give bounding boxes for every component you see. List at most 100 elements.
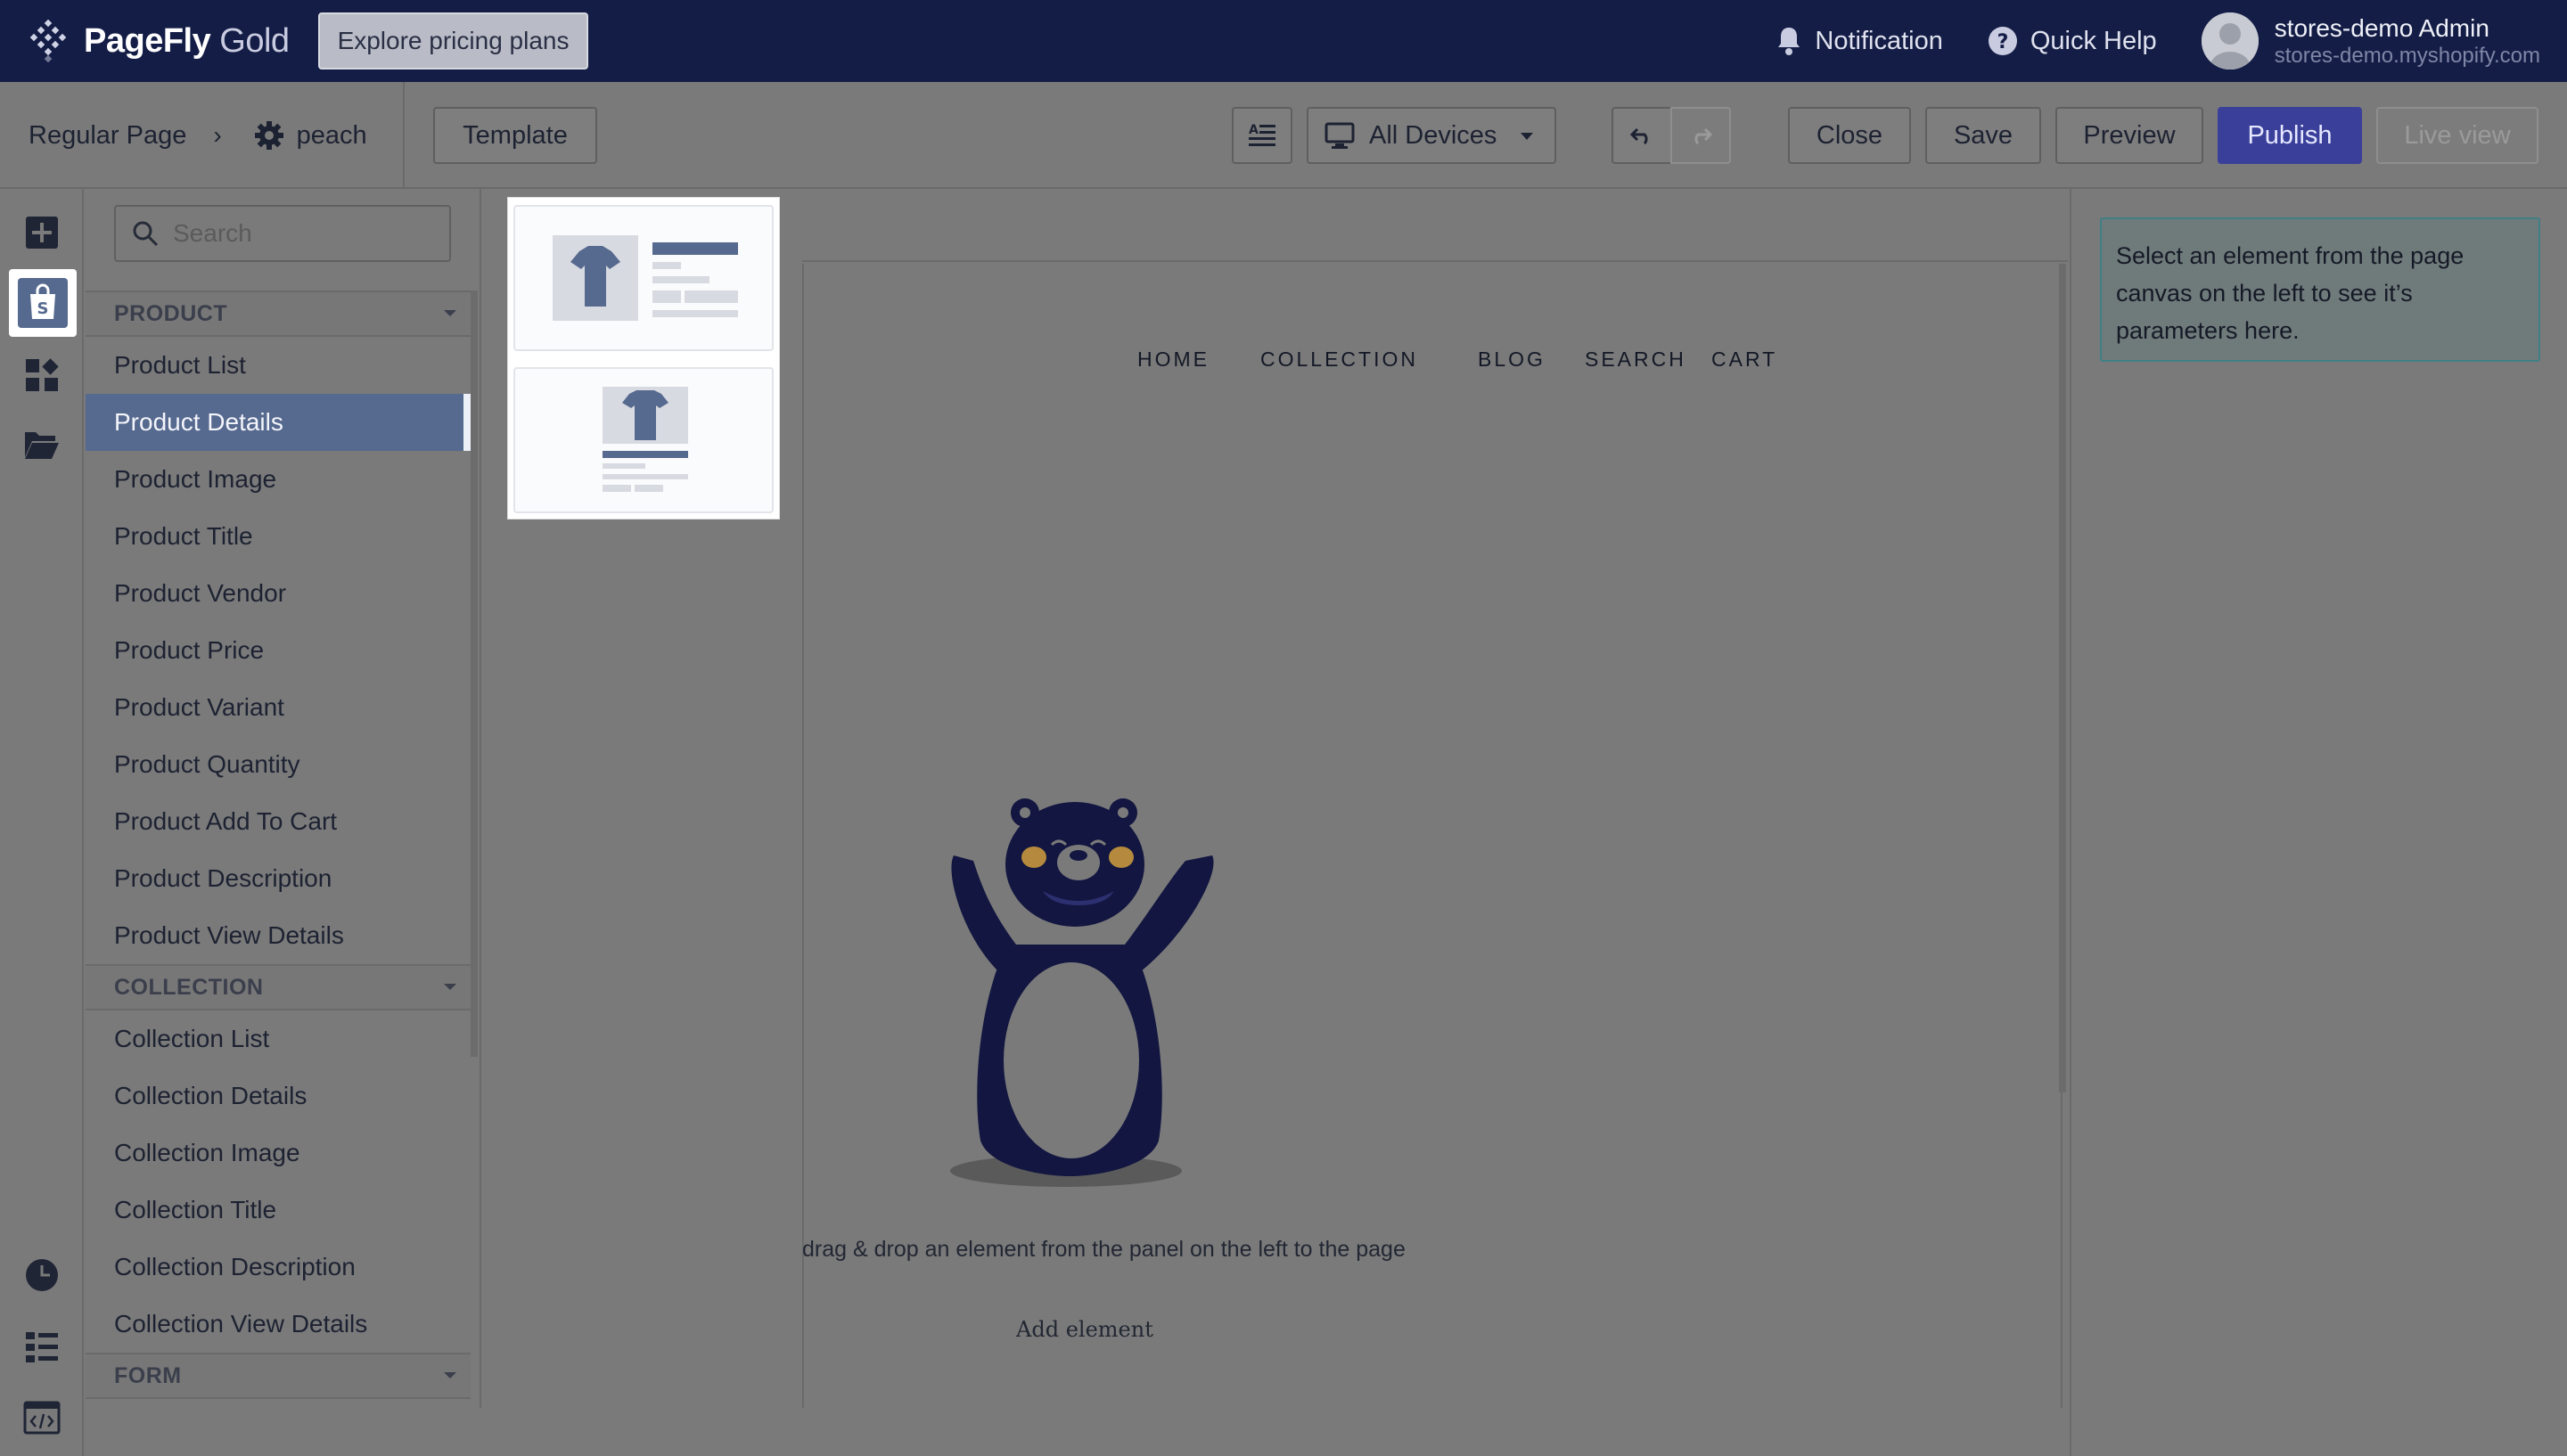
save-button[interactable]: Save: [1925, 107, 2041, 164]
shopify-elements-tab[interactable]: S: [9, 269, 77, 337]
list-item[interactable]: Product Description: [86, 850, 471, 907]
element-search-input[interactable]: Search: [114, 205, 451, 262]
list-item[interactable]: Collection List: [86, 1010, 471, 1067]
canvas-scrollbar[interactable]: [2059, 264, 2066, 1092]
svg-text:S: S: [37, 299, 49, 318]
breadcrumb: Regular Page › peach: [29, 82, 367, 189]
shopify-bag-icon: S: [18, 278, 68, 328]
bear-mascot-illustration: [950, 798, 1214, 1187]
text-format-button[interactable]: A: [1232, 107, 1292, 164]
undo-icon: [1630, 127, 1648, 145]
quick-help-label: Quick Help: [2030, 26, 2157, 55]
template-button[interactable]: Template: [433, 107, 597, 164]
element-variant-popup: [508, 198, 779, 519]
variant-card-horizontal[interactable]: [513, 205, 774, 351]
group-title: COLLECTION: [114, 974, 264, 1000]
folder-icon[interactable]: [20, 422, 64, 467]
close-button[interactable]: Close: [1788, 107, 1911, 164]
preview-button[interactable]: Preview: [2055, 107, 2203, 164]
nav-home[interactable]: HOME: [1137, 348, 1210, 372]
bell-icon: [1778, 28, 1800, 55]
user-menu[interactable]: stores-demo Admin stores-demo.myshopify.…: [2201, 12, 2540, 70]
icon-rail: S: [0, 189, 84, 1456]
desktop-icon: [1325, 122, 1355, 149]
list-item[interactable]: Product Variant: [86, 679, 471, 736]
editor-toolbar: Regular Page › peach Template A All Devi…: [0, 82, 2567, 189]
gear-icon[interactable]: [254, 120, 284, 151]
add-element-link[interactable]: Add element: [1016, 1317, 1153, 1342]
notification-label: Notification: [1815, 26, 1943, 55]
list-item[interactable]: Product Price: [86, 622, 471, 679]
group-header-product[interactable]: PRODUCT: [86, 290, 471, 337]
sections-grid-icon[interactable]: [20, 353, 64, 397]
search-icon: [133, 221, 159, 247]
caret-down-icon: [444, 984, 456, 990]
variant-card-vertical[interactable]: [513, 367, 774, 513]
list-item[interactable]: Collection Image: [86, 1125, 471, 1182]
list-item[interactable]: Product Image: [86, 451, 471, 508]
quick-help-link[interactable]: ? Quick Help: [1988, 26, 2157, 56]
redo-button[interactable]: [1670, 107, 1731, 164]
user-domain: stores-demo.myshopify.com: [2274, 44, 2540, 68]
avatar: [2201, 12, 2259, 70]
panel-scrollbar[interactable]: [471, 290, 478, 1057]
caret-down-icon: [444, 310, 456, 316]
list-item[interactable]: Collection View Details: [86, 1296, 471, 1353]
nav-cart[interactable]: CART: [1711, 348, 1777, 372]
breadcrumb-page-type[interactable]: Regular Page: [29, 121, 186, 151]
list-item[interactable]: Product Vendor: [86, 565, 471, 622]
help-icon: ?: [1988, 27, 2017, 55]
nav-search[interactable]: SEARCH: [1585, 348, 1686, 372]
toolbar-divider: [403, 82, 405, 189]
group-header-collection[interactable]: COLLECTION: [86, 964, 471, 1010]
explore-pricing-button[interactable]: Explore pricing plans: [317, 12, 589, 70]
code-editor-icon[interactable]: [20, 1395, 64, 1440]
chevron-down-icon: [1521, 133, 1533, 140]
list-item[interactable]: Product Add To Cart: [86, 793, 471, 850]
list-item[interactable]: Product List: [86, 337, 471, 394]
history-clock-icon[interactable]: [20, 1253, 64, 1297]
top-bar: PageFly Gold Explore pricing plans Notif…: [0, 0, 2567, 82]
search-placeholder: Search: [173, 219, 252, 247]
product-layout-thumbnail: [553, 235, 738, 321]
notification-link[interactable]: Notification: [1776, 26, 1943, 56]
empty-canvas-message: drag & drop an element from the panel on…: [802, 1237, 1406, 1262]
outline-list-icon[interactable]: [20, 1324, 64, 1369]
group-title: PRODUCT: [114, 300, 228, 326]
canvas-header: [802, 189, 2068, 262]
brand-name: PageFly Gold: [84, 21, 290, 60]
list-item[interactable]: Collection Description: [86, 1239, 471, 1296]
group-header-form[interactable]: FORM: [86, 1353, 471, 1399]
caret-down-icon: [444, 1372, 456, 1378]
svg-text:?: ?: [1997, 31, 2008, 53]
inspector-panel: Select an element from the page canvas o…: [2070, 189, 2567, 1456]
topbar-right: Notification ? Quick Help stores-demo Ad…: [1776, 0, 2540, 82]
text-align-icon: A: [1249, 123, 1275, 146]
user-name: stores-demo Admin: [2274, 14, 2489, 42]
list-item[interactable]: Product View Details: [86, 907, 471, 964]
list-item[interactable]: Product Title: [86, 508, 471, 565]
element-panel: Search PRODUCT Product List Product Deta…: [86, 189, 481, 1408]
pagefly-logo-icon: [27, 19, 70, 63]
list-item[interactable]: Collection Title: [86, 1182, 471, 1239]
group-title: FORM: [114, 1362, 182, 1388]
nav-blog[interactable]: BLOG: [1478, 348, 1546, 372]
chevron-right-icon: ›: [213, 121, 222, 149]
undo-button[interactable]: [1612, 107, 1672, 164]
device-selector[interactable]: All Devices: [1307, 107, 1556, 164]
add-element-icon[interactable]: [20, 210, 64, 255]
breadcrumb-page-name: peach: [296, 120, 367, 150]
inspector-hint: Select an element from the page canvas o…: [2100, 217, 2540, 362]
list-item-active[interactable]: Product Details: [86, 394, 471, 451]
redo-icon: [1694, 127, 1712, 145]
device-selector-label: All Devices: [1369, 120, 1497, 150]
pagefly-logo[interactable]: PageFly Gold: [27, 19, 290, 63]
product-layout-thumbnail: [603, 387, 688, 492]
live-view-button[interactable]: Live view: [2376, 107, 2538, 164]
list-item[interactable]: Collection Details: [86, 1067, 471, 1125]
list-item[interactable]: Product Quantity: [86, 736, 471, 793]
publish-button[interactable]: Publish: [2218, 107, 2362, 164]
element-list: PRODUCT Product List Product Details Pro…: [86, 290, 471, 1399]
svg-text:A: A: [1249, 123, 1259, 137]
nav-collection[interactable]: COLLECTION: [1260, 348, 1418, 372]
